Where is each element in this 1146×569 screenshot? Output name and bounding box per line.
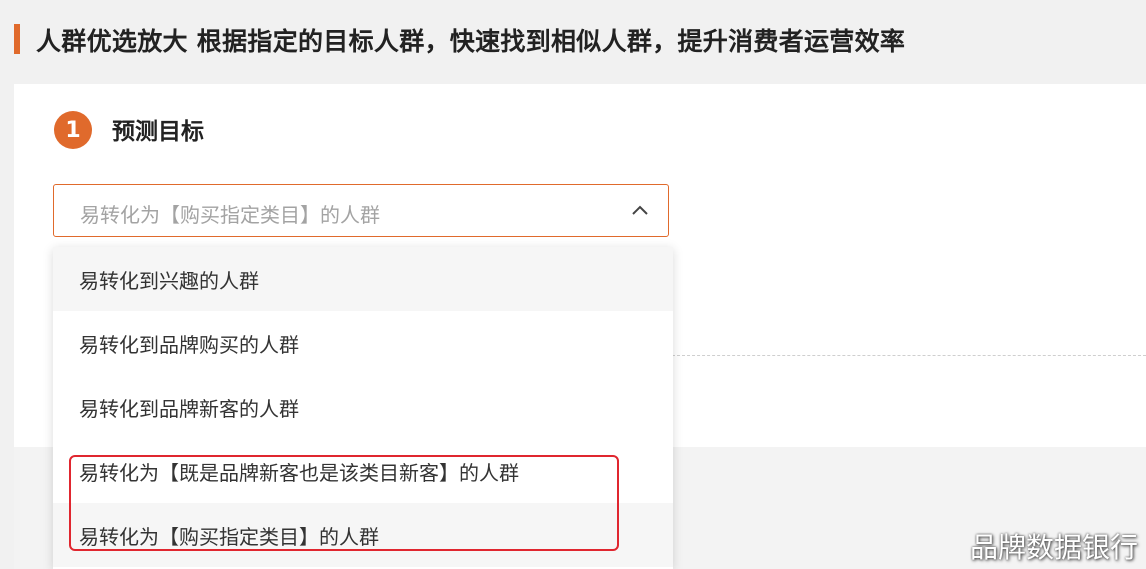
option-label: 易转化到品牌新客的人群 (79, 397, 299, 421)
option-label: 易转化为【购买指定类目】的人群 (79, 525, 379, 549)
dropdown-option[interactable]: 易转化到品牌新客的人群 (53, 375, 673, 439)
title-accent-bar (14, 24, 20, 54)
dropdown-option[interactable]: 易转化到兴趣的人群 (53, 247, 673, 311)
chevron-up-icon[interactable] (630, 201, 650, 221)
step-number-badge: 1 (54, 111, 92, 149)
watermark-text: 品牌数据银行 (969, 531, 1138, 564)
option-label: 易转化到兴趣的人群 (79, 269, 259, 293)
option-label: 易转化为【既是品牌新客也是该类目新客】的人群 (79, 461, 519, 485)
option-label: 易转化到品牌购买的人群 (79, 333, 299, 357)
dropdown-option[interactable]: 易转化为【既是品牌新客也是该类目新客】的人群 (53, 439, 673, 503)
prediction-target-select[interactable]: 易转化为【购买指定类目】的人群 (53, 184, 669, 237)
section-divider (672, 355, 1146, 356)
page-header: 人群优选放大 根据指定的目标人群，快速找到相似人群，提升消费者运营效率 (0, 0, 1146, 82)
dropdown-option-selected[interactable]: 易转化为【购买指定类目】的人群 (53, 503, 673, 567)
dropdown-option[interactable]: 易转化到品牌购买的人群 (53, 311, 673, 375)
select-dropdown-menu: 易转化到兴趣的人群 易转化到品牌购买的人群 易转化到品牌新客的人群 易转化为【既… (53, 247, 673, 569)
step-title: 预测目标 (112, 119, 204, 145)
select-value: 易转化为【购买指定类目】的人群 (80, 203, 380, 227)
page-title: 人群优选放大 根据指定的目标人群，快速找到相似人群，提升消费者运营效率 (36, 27, 906, 56)
